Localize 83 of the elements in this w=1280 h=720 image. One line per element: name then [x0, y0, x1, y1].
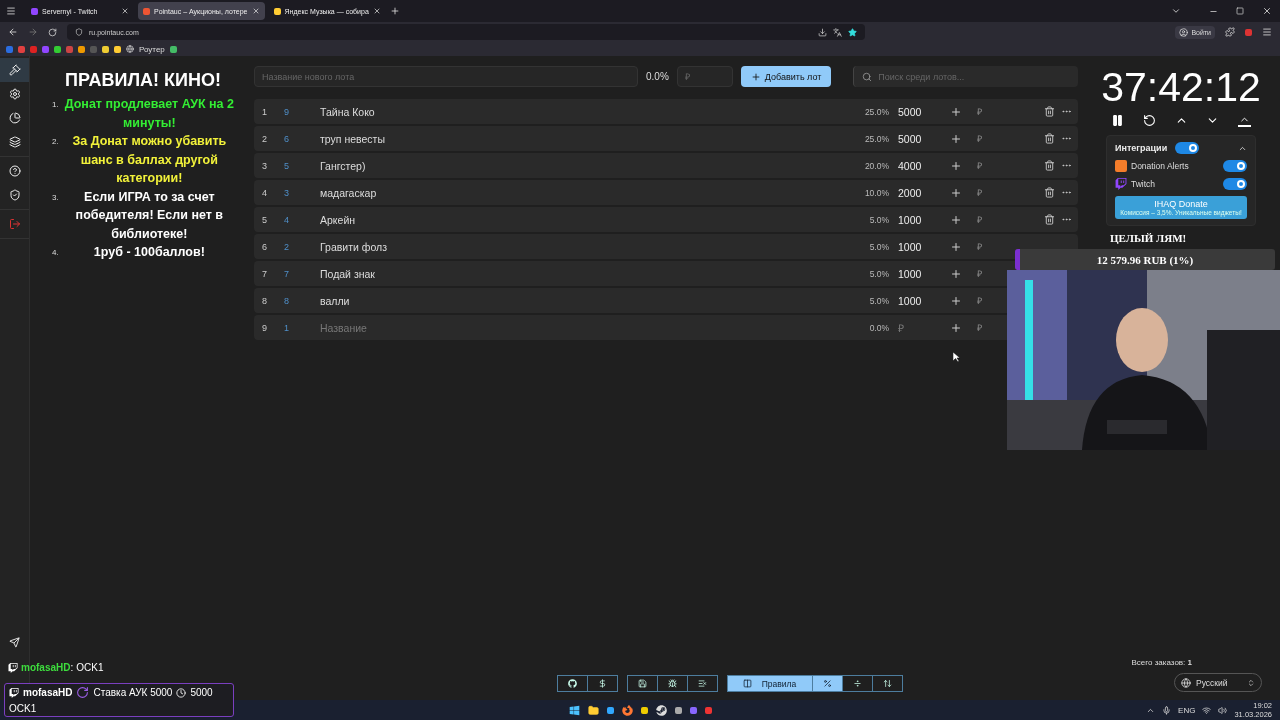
lot-percent: 0.0%: [868, 322, 889, 333]
currency-field[interactable]: ₽: [968, 132, 990, 145]
lot-percent: 5.0%: [868, 295, 889, 306]
lot-percent: 5.0%: [868, 241, 889, 252]
lot-amount: 2000: [897, 186, 923, 199]
chat-user: mofasaHD: [23, 687, 73, 698]
lot-amount: 5000: [897, 132, 923, 145]
row-index: 2: [261, 133, 268, 144]
amount-field[interactable]: ₽: [889, 320, 944, 335]
rules-title: ПРАВИЛА! КИНО!: [64, 70, 222, 91]
row-index: 5: [261, 214, 268, 225]
lot-id: 4: [284, 214, 290, 225]
lot-id: 6: [284, 133, 290, 144]
orders-count: Всего заказов: 1: [1131, 658, 1192, 667]
rule-text: 1руб - 100баллов!: [92, 244, 206, 261]
lot-name: труп невесты: [320, 132, 386, 145]
currency-field[interactable]: ₽: [968, 294, 990, 307]
amount-field[interactable]: ₽: [676, 66, 733, 87]
rule-text: Если ИГРА то за счет победителя! Если нет в библиотеке!: [74, 188, 225, 243]
lot-amount: 5000: [897, 105, 923, 118]
currency-field[interactable]: ₽: [968, 186, 990, 199]
promo-title: IHAQ Donate: [1153, 199, 1209, 209]
lot-name: валли: [320, 294, 351, 307]
lot-name: Аркейн: [320, 213, 357, 226]
lot-percent: 5.0%: [868, 268, 889, 279]
lot-amount: 1000: [897, 213, 923, 226]
row-index: 9: [261, 322, 268, 333]
integration-name: Donation Alerts: [1131, 161, 1190, 171]
reward-name: Ставка АУК 5000: [93, 687, 173, 698]
lot-percent: 5.0%: [868, 214, 889, 225]
row-index: 6: [261, 241, 268, 252]
lot-name: Тайна Коко: [320, 105, 376, 118]
lot-amount: 1000: [897, 267, 923, 280]
currency-field[interactable]: ₽: [968, 240, 990, 253]
chat-message: OCK1: [9, 703, 38, 714]
currency-field[interactable]: ₽: [968, 159, 990, 172]
lot-percent: 25.0%: [863, 106, 889, 117]
rule-text: За Донат можно убавить шанс в баллах другой категории!: [71, 133, 228, 187]
percent-value: 0.0%: [646, 71, 669, 82]
lot-name-field[interactable]: Название: [320, 321, 839, 334]
bookmark-link[interactable]: Роутер: [139, 44, 165, 54]
keyboard-language[interactable]: ENG: [1178, 705, 1196, 715]
chat-message: OCK1: [76, 662, 104, 673]
lot-name: мадагаскар: [320, 186, 378, 199]
list-number: 3.: [52, 191, 59, 204]
lot-id: 9: [284, 106, 290, 117]
goal-reading: 12 579.96 RUB (1%): [1095, 252, 1195, 268]
lot-name: Гравити фолз: [320, 240, 388, 253]
reward-cost: 5000: [190, 687, 213, 698]
row-index: 3: [261, 160, 268, 171]
lot-amount: 1000: [897, 294, 923, 307]
currency-field[interactable]: ₽: [968, 213, 990, 226]
lot-id: 2: [284, 241, 290, 252]
goal-title: ЦЕЛЫЙ ЛЯМ!: [1110, 232, 1187, 244]
lot-id: 7: [284, 268, 290, 279]
lot-amount: 4000: [897, 159, 923, 172]
lot-name: Подай знак: [320, 267, 376, 280]
add-lot-button[interactable]: Добавить лот: [740, 66, 832, 87]
lot-percent: 20.0%: [863, 160, 889, 171]
lot-name: Гангстер): [320, 159, 367, 172]
lot-percent: 10.0%: [863, 187, 889, 198]
currency-field[interactable]: ₽: [968, 105, 990, 118]
separator: :: [70, 662, 74, 673]
list-number: 2.: [52, 136, 59, 148]
rule-text: Донат продлевает АУК на 2 минуты!: [64, 96, 234, 132]
lot-id: 3: [284, 187, 290, 198]
list-number: 1.: [52, 99, 59, 111]
currency-field[interactable]: ₽: [968, 267, 990, 280]
currency-field[interactable]: ₽: [968, 321, 990, 334]
timer: 37:42:12: [1101, 64, 1261, 110]
toolbar-button[interactable]: Правила: [726, 675, 813, 692]
lot-id: 5: [284, 160, 290, 171]
row-index: 7: [261, 268, 268, 279]
lot-percent: 25.0%: [863, 133, 889, 144]
row-index: 8: [261, 295, 268, 306]
card-title: Интеграции: [1115, 143, 1168, 153]
list-number: 4.: [52, 247, 59, 259]
lot-id: 1: [284, 322, 290, 333]
lot-id: 8: [284, 295, 290, 306]
integration-name: Twitch: [1131, 179, 1157, 189]
row-index: 1: [261, 106, 268, 117]
lot-amount: 1000: [897, 240, 923, 253]
row-index: 4: [261, 187, 268, 198]
